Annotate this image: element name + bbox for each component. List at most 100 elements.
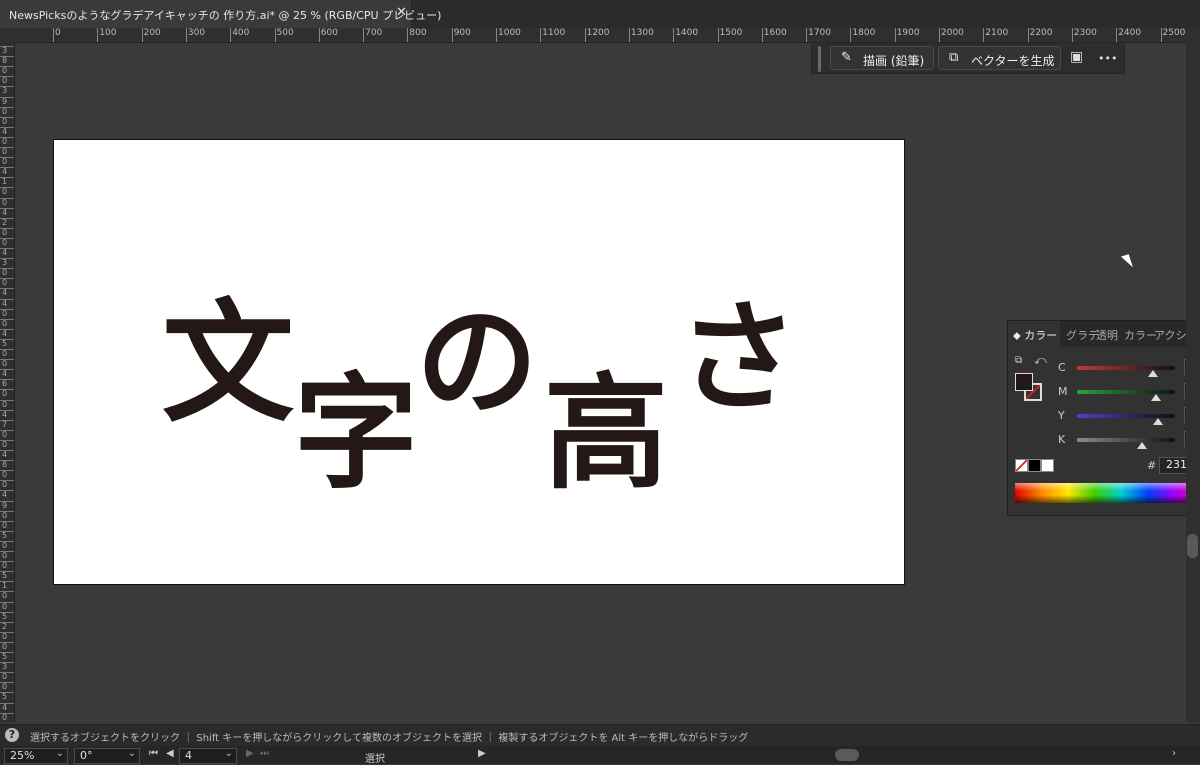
horizontal-scroll-thumb[interactable] [835, 749, 859, 761]
rotation-select[interactable]: 0° ⌄ [74, 748, 140, 764]
vertical-ruler-digit: 0 [0, 631, 14, 641]
vertical-ruler-digit: 0 [0, 359, 14, 369]
ruler-tick-label: 600 [318, 28, 338, 42]
vertical-ruler-digit: 4 [0, 288, 14, 298]
image-settings-icon[interactable]: ▣ [1070, 49, 1083, 65]
vertical-ruler-digit: 0 [0, 712, 14, 722]
vertical-scrollbar[interactable] [1186, 42, 1200, 722]
zoom-select[interactable]: 25% ⌄ [4, 748, 68, 764]
vertical-ruler-digit: 5 [0, 692, 14, 702]
ruler-tick-label: 900 [451, 28, 471, 42]
tab-color[interactable]: ⬥ カラー [1013, 327, 1057, 343]
vertical-ruler-digit: 0 [0, 551, 14, 560]
vertical-ruler-digit: 1 [0, 581, 14, 591]
artboard[interactable]: 文 字 の 高 さ [53, 139, 905, 585]
first-artboard-icon[interactable]: ⏮ [149, 748, 158, 759]
vertical-ruler-digit: 0 [0, 470, 14, 480]
ruler-tick-label: 700 [363, 28, 383, 42]
color-panel: ⬥ カラー グラデ 透明 カラー アクシ ⧉ ⤺ C 78 M 81 Y 83 … [1007, 320, 1200, 516]
white-swatch[interactable] [1041, 459, 1054, 472]
vertical-ruler-digit: 4 [0, 490, 14, 500]
tab-color-guide[interactable]: カラー [1124, 327, 1157, 343]
artwork-char-taka[interactable]: 高 [544, 372, 668, 496]
vertical-ruler-digit: 0 [0, 106, 14, 116]
vertical-ruler-digit: 3 [0, 46, 14, 55]
last-artboard-icon[interactable]: ⏭ [260, 748, 269, 759]
color-spectrum[interactable] [1015, 483, 1200, 503]
bottom-status-bar: 25% ⌄ 0° ⌄ ⏮ ◀ 4 ⌄ ▶ ⏭ 選択 ▶ › [0, 746, 1200, 765]
tab-actions[interactable]: アクシ [1154, 327, 1186, 343]
channel-slider-thumb[interactable] [1151, 394, 1162, 401]
channel-label: C [1058, 361, 1066, 374]
vertical-ruler-digit: 5 [0, 338, 14, 348]
artwork-char-bun[interactable]: 文 [162, 298, 294, 430]
current-tool-label: 選択 [365, 754, 385, 765]
vertical-ruler-digit: 2 [0, 217, 14, 227]
vertical-ruler-digit: 8 [0, 56, 14, 66]
artwork-char-ji[interactable]: 字 [294, 372, 418, 496]
more-options-icon[interactable]: ••• [1098, 52, 1117, 65]
artwork-char-no[interactable]: の [416, 300, 538, 422]
vertical-ruler[interactable]: 3800390040004100420043004400450046004700… [0, 42, 15, 722]
ruler-tick-label: 1600 [761, 28, 787, 42]
vertical-ruler-digit: 4 [0, 248, 14, 257]
vertical-ruler-digit: 0 [0, 318, 14, 328]
vertical-ruler-digit: 5 [0, 652, 14, 661]
tab-gradient[interactable]: グラデ [1066, 327, 1099, 343]
close-icon[interactable]: ✕ [396, 5, 407, 20]
channel-slider-track[interactable] [1077, 366, 1175, 370]
tool-menu-icon[interactable]: ▶ [478, 748, 486, 759]
document-tab-title: NewsPicksのようなグラデアイキャッチの 作り方.ai* @ 25 % (… [9, 9, 442, 22]
generate-icon: ⧉ [949, 50, 959, 65]
color-panel-tabs: ⬥ カラー グラデ 透明 カラー アクシ [1008, 321, 1200, 347]
vertical-ruler-digit: 0 [0, 136, 14, 146]
vertical-ruler-digit: 4 [0, 167, 14, 177]
channel-slider-thumb[interactable] [1148, 370, 1159, 377]
scroll-right-icon[interactable]: › [1172, 748, 1176, 759]
chevron-down-icon: ⌄ [127, 748, 136, 759]
previous-artboard-icon[interactable]: ◀ [166, 748, 174, 759]
zoom-value: 25% [10, 749, 35, 762]
vertical-ruler-digit: 3 [0, 258, 14, 268]
tab-transparency[interactable]: 透明 [1096, 327, 1118, 343]
channel-slider-thumb[interactable] [1153, 418, 1164, 425]
generate-vector-label: ベクターを生成 [971, 54, 1055, 68]
channel-slider-thumb[interactable] [1136, 442, 1147, 449]
ruler-tick-label: 500 [274, 28, 294, 42]
none-swatch[interactable] [1015, 459, 1028, 472]
fill-swatch[interactable] [1015, 373, 1033, 391]
artboard-number: 4 [185, 749, 192, 762]
black-swatch[interactable] [1028, 459, 1041, 472]
chevron-down-icon: ⌄ [55, 748, 64, 759]
vertical-scroll-thumb[interactable] [1187, 534, 1198, 558]
vertical-ruler-digit: 0 [0, 268, 14, 278]
horizontal-ruler[interactable]: 0 100 200 300 400 500 600 700 800 900 1000 1100 1200… [0, 28, 1200, 43]
drag-handle[interactable] [818, 46, 821, 72]
vertical-ruler-digit: 0 [0, 308, 14, 318]
artwork-char-sa[interactable]: さ [678, 298, 798, 418]
vertical-ruler-digit: 0 [0, 540, 14, 550]
vertical-ruler-digit: 4 [0, 409, 14, 419]
ruler-tick-label: 2400 [1116, 28, 1142, 42]
help-icon[interactable]: ? [5, 728, 19, 742]
swap-colors-icon[interactable]: ⤺ [1034, 353, 1047, 368]
vertical-ruler-digit: 4 [0, 298, 14, 308]
channel-label: Y [1058, 409, 1065, 422]
default-colors-icon[interactable]: ⧉ [1015, 355, 1022, 366]
ruler-tick-label: 800 [407, 28, 427, 42]
draw-pencil-button[interactable]: ✎ 描画 (鉛筆) [830, 46, 934, 70]
document-tab[interactable]: NewsPicksのようなグラデアイキャッチの 作り方.ai* @ 25 % (… [0, 0, 441, 28]
vertical-ruler-digit: 0 [0, 66, 14, 76]
channel-slider-track[interactable] [1077, 438, 1175, 442]
vertical-ruler-digit: 0 [0, 237, 14, 247]
generate-vector-button[interactable]: ⧉ ベクターを生成 [938, 46, 1061, 70]
channel-label: M [1058, 385, 1068, 398]
ruler-tick-label: 2300 [1071, 28, 1097, 42]
vertical-ruler-digit: 0 [0, 672, 14, 682]
vertical-ruler-digit: 9 [0, 500, 14, 510]
next-artboard-icon[interactable]: ▶ [246, 748, 254, 759]
artboard-number-select[interactable]: 4 ⌄ [179, 748, 237, 764]
ruler-tick-label: 2000 [939, 28, 964, 42]
vertical-ruler-digit: 4 [0, 369, 14, 379]
vertical-ruler-digit: 0 [0, 349, 14, 358]
